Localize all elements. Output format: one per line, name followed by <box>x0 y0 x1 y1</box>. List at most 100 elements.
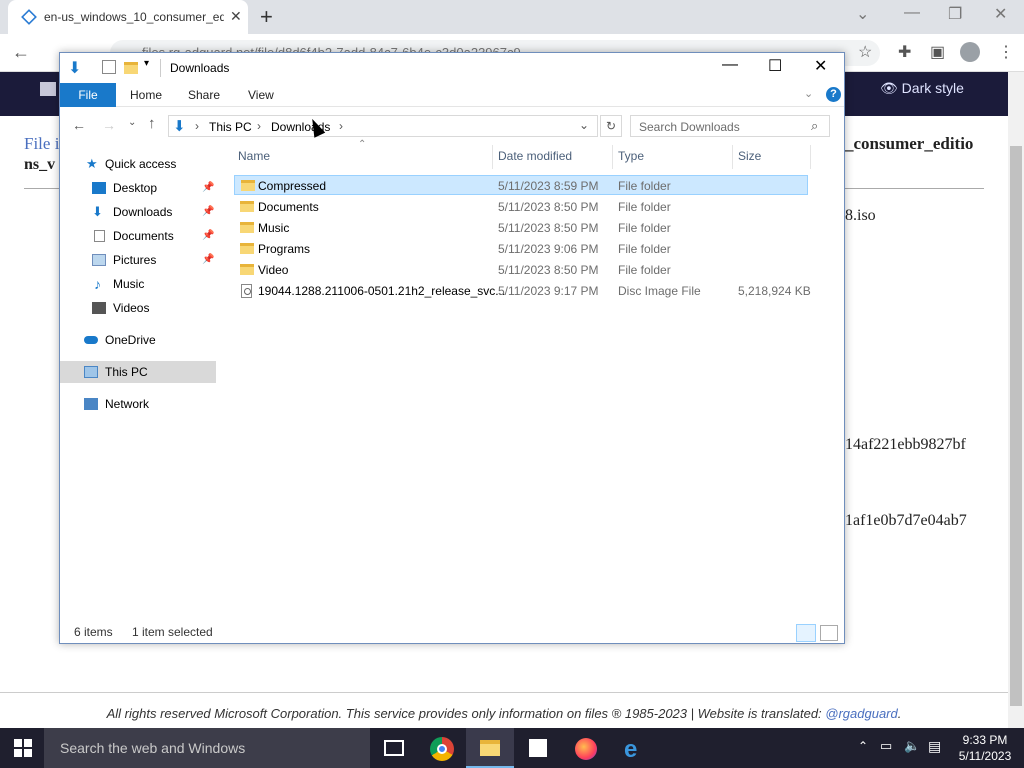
item-count: 6 items <box>74 625 113 639</box>
bookmark-star-icon[interactable]: ☆ <box>858 42 872 62</box>
nav-label: Quick access <box>105 157 177 171</box>
volume-tray-icon[interactable]: 🔈 <box>904 738 920 754</box>
profile-avatar[interactable] <box>960 42 980 62</box>
firefox-taskbar-icon[interactable] <box>562 728 610 768</box>
nav-pictures[interactable]: Pictures 📌 <box>60 249 216 271</box>
nav-back-icon[interactable]: ← <box>72 117 86 133</box>
file-type: File folder <box>618 263 671 277</box>
tab-home[interactable]: Home <box>116 83 176 107</box>
column-divider[interactable] <box>492 145 493 169</box>
nav-up-icon[interactable]: ↑ <box>148 115 156 132</box>
new-tab-button[interactable]: + <box>260 4 273 30</box>
tab-view[interactable]: View <box>234 83 288 107</box>
qat-dropdown-icon[interactable]: ▾ <box>144 58 149 69</box>
nav-videos[interactable]: Videos <box>60 297 216 319</box>
column-size[interactable]: Size <box>738 149 761 163</box>
file-row-documents[interactable]: Documents 5/11/2023 8:50 PM File folder <box>234 197 808 217</box>
taskbar-clock[interactable]: 9:33 PM 5/11/2023 <box>950 732 1020 764</box>
nav-this-pc[interactable]: This PC <box>60 361 216 383</box>
nav-label: OneDrive <box>105 333 156 347</box>
file-row-programs[interactable]: Programs 5/11/2023 9:06 PM File folder <box>234 239 808 259</box>
column-divider[interactable] <box>612 145 613 169</box>
column-divider[interactable] <box>810 145 811 169</box>
new-folder-icon[interactable] <box>124 62 138 74</box>
nav-label: Documents <box>113 229 174 243</box>
explorer-maximize-icon[interactable]: ☐ <box>768 56 782 76</box>
chrome-taskbar-icon[interactable] <box>418 728 466 768</box>
search-icon: ⌕ <box>811 118 819 133</box>
browser-tab[interactable]: en-us_windows_10_consumer_edition ✕ <box>8 0 248 34</box>
recent-locations-icon[interactable]: ⌄ <box>128 117 136 128</box>
tab-close-icon[interactable]: ✕ <box>230 8 242 25</box>
store-taskbar-icon[interactable] <box>514 728 562 768</box>
refresh-icon[interactable]: ↻ <box>600 115 622 137</box>
column-date-modified[interactable]: Date modified <box>498 149 572 163</box>
home-icon[interactable] <box>40 82 56 96</box>
web-ns-label: ns_v <box>24 156 56 173</box>
action-center-icon[interactable]: ▤ <box>928 738 941 755</box>
film-icon <box>92 302 106 314</box>
browser-restore-icon[interactable]: ❐ <box>948 4 962 24</box>
tab-search-chevron-icon[interactable]: ⌄ <box>856 4 869 24</box>
nav-music[interactable]: ♪ Music <box>60 273 216 295</box>
side-panel-icon[interactable]: ▣ <box>930 42 945 62</box>
taskbar-search[interactable]: Search the web and Windows <box>44 728 370 768</box>
file-size: 5,218,924 KB <box>738 284 811 298</box>
browser-close-icon[interactable]: ✕ <box>994 4 1007 24</box>
file-explorer-taskbar-icon[interactable] <box>466 728 514 768</box>
explorer-minimize-icon[interactable]: — <box>722 56 738 74</box>
column-type[interactable]: Type <box>618 149 644 163</box>
address-dropdown-icon[interactable]: ⌄ <box>579 118 589 132</box>
file-row-video[interactable]: Video 5/11/2023 8:50 PM File folder <box>234 260 808 280</box>
details-view-icon[interactable] <box>796 624 816 642</box>
pin-icon[interactable]: 📌 <box>202 225 214 247</box>
tab-share[interactable]: Share <box>174 83 234 107</box>
desktop-icon <box>92 182 106 194</box>
web-iso-name: 8.iso <box>845 207 876 224</box>
nav-downloads[interactable]: ⬇ Downloads 📌 <box>60 201 216 223</box>
web-scrollbar-thumb[interactable] <box>1010 146 1022 706</box>
nav-quick-access[interactable]: ★ Quick access <box>60 153 216 175</box>
ribbon-tabs: File Home Share View ⌄ <box>60 83 844 107</box>
star-icon: ★ <box>86 156 98 171</box>
file-name: Programs <box>258 242 311 256</box>
windows-start-icon[interactable] <box>14 739 32 757</box>
breadcrumb-this-pc[interactable]: This PC <box>209 120 252 134</box>
nav-documents[interactable]: Documents 📌 <box>60 225 216 247</box>
nav-network[interactable]: Network <box>60 393 216 415</box>
download-icon: ⬇ <box>92 204 103 219</box>
pin-icon[interactable]: 📌 <box>202 177 214 199</box>
properties-check-icon[interactable] <box>102 60 116 74</box>
nav-onedrive[interactable]: OneDrive <box>60 329 216 351</box>
file-row-compressed[interactable]: Compressed 5/11/2023 8:59 PM File folder <box>234 175 808 195</box>
nav-desktop[interactable]: Desktop 📌 <box>60 177 216 199</box>
column-divider[interactable] <box>732 145 733 169</box>
footer-text: All rights reserved Microsoft Corporatio… <box>106 706 826 721</box>
task-view-icon[interactable] <box>370 728 418 768</box>
web-hash-1: 14af221ebb9827bf <box>845 436 966 453</box>
tray-chevron-icon[interactable]: ⌃ <box>858 739 868 753</box>
footer-link[interactable]: @rgadguard <box>825 706 897 721</box>
ribbon-expand-chevron-icon[interactable]: ⌄ <box>804 87 813 100</box>
dark-style-toggle[interactable]: 👁 Dark style <box>880 80 964 97</box>
explorer-close-icon[interactable]: ✕ <box>814 56 827 76</box>
column-name[interactable]: Name <box>238 149 270 163</box>
explorer-titlebar[interactable]: ⬇ ▾ Downloads — ☐ ✕ <box>60 53 844 83</box>
nav-forward-icon[interactable]: → <box>102 117 116 133</box>
search-input[interactable]: Search Downloads ⌕ <box>630 115 830 137</box>
pin-icon[interactable]: 📌 <box>202 249 214 271</box>
help-icon[interactable]: ? <box>826 87 841 102</box>
breadcrumb[interactable]: ⬇ › This PC › Downloads › ⌄ <box>168 115 598 137</box>
cloud-icon <box>84 336 98 344</box>
file-row-iso[interactable]: 19044.1288.211006-0501.21h2_release_svc.… <box>234 281 811 301</box>
back-arrow-icon[interactable]: ← <box>12 42 30 63</box>
pin-icon[interactable]: 📌 <box>202 201 214 223</box>
browser-menu-icon[interactable]: ⋮ <box>998 42 1014 62</box>
network-tray-icon[interactable]: ▭ <box>880 738 892 754</box>
large-icons-view-icon[interactable] <box>820 625 838 641</box>
browser-minimize-icon[interactable]: — <box>904 4 920 22</box>
extensions-puzzle-icon[interactable]: ✚ <box>898 42 911 62</box>
tab-file[interactable]: File <box>60 83 116 107</box>
file-row-music[interactable]: Music 5/11/2023 8:50 PM File folder <box>234 218 808 238</box>
edge-taskbar-icon[interactable]: e <box>610 728 658 768</box>
